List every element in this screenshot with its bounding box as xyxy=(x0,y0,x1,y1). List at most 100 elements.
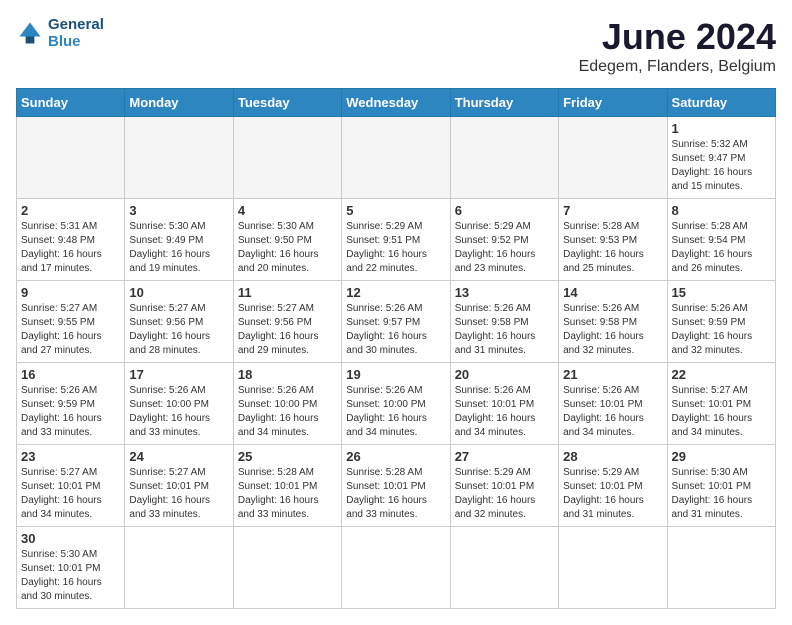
calendar-cell xyxy=(667,527,775,609)
calendar-cell xyxy=(17,117,125,199)
day-number: 9 xyxy=(21,285,120,300)
month-year-title: June 2024 xyxy=(579,16,776,58)
day-info: Sunrise: 5:26 AMSunset: 9:58 PMDaylight:… xyxy=(563,302,662,358)
day-number: 3 xyxy=(129,203,228,218)
logo: General Blue xyxy=(16,16,104,50)
calendar-cell xyxy=(125,117,233,199)
calendar-cell: 21 Sunrise: 5:26 AMSunset: 10:01 PMDaylig… xyxy=(559,363,667,445)
calendar-cell: 20 Sunrise: 5:26 AMSunset: 10:01 PMDaylig… xyxy=(450,363,558,445)
day-info: Sunrise: 5:28 AMSunset: 9:53 PMDaylight:… xyxy=(563,220,662,276)
calendar-cell: 11 Sunrise: 5:27 AMSunset: 9:56 PMDayligh… xyxy=(233,281,341,363)
day-info: Sunrise: 5:27 AMSunset: 9:56 PMDaylight:… xyxy=(129,302,228,358)
day-number: 26 xyxy=(346,449,445,464)
day-number: 22 xyxy=(672,367,771,382)
calendar-cell xyxy=(559,527,667,609)
day-info: Sunrise: 5:27 AMSunset: 10:01 PMDaylight… xyxy=(21,466,120,522)
calendar-cell: 1 Sunrise: 5:32 AMSunset: 9:47 PMDaylight… xyxy=(667,117,775,199)
day-number: 8 xyxy=(672,203,771,218)
calendar-cell: 6 Sunrise: 5:29 AMSunset: 9:52 PMDaylight… xyxy=(450,199,558,281)
day-number: 21 xyxy=(563,367,662,382)
day-info: Sunrise: 5:30 AMSunset: 9:50 PMDaylight:… xyxy=(238,220,337,276)
day-info: Sunrise: 5:27 AMSunset: 10:01 PMDaylight… xyxy=(129,466,228,522)
calendar-cell: 14Sunrise: 5:26 AMSunset: 9:58 PMDayligh… xyxy=(559,281,667,363)
calendar-cell: 10 Sunrise: 5:27 AMSunset: 9:56 PMDayligh… xyxy=(125,281,233,363)
day-number: 15 xyxy=(672,285,771,300)
day-info: Sunrise: 5:27 AMSunset: 10:01 PMDaylight… xyxy=(672,384,771,440)
day-info: Sunrise: 5:29 AMSunset: 10:01 PMDaylight… xyxy=(563,466,662,522)
calendar-cell: 18 Sunrise: 5:26 AMSunset: 10:00 PMDaylig… xyxy=(233,363,341,445)
calendar-cell: 4 Sunrise: 5:30 AMSunset: 9:50 PMDaylight… xyxy=(233,199,341,281)
day-number: 28 xyxy=(563,449,662,464)
day-number: 19 xyxy=(346,367,445,382)
day-number: 27 xyxy=(455,449,554,464)
day-number: 4 xyxy=(238,203,337,218)
day-number: 20 xyxy=(455,367,554,382)
day-info: Sunrise: 5:31 AMSunset: 9:48 PMDaylight:… xyxy=(21,220,120,276)
location-subtitle: Edegem, Flanders, Belgium xyxy=(579,58,776,76)
day-info: Sunrise: 5:26 AMSunset: 9:57 PMDaylight:… xyxy=(346,302,445,358)
calendar-cell: 3 Sunrise: 5:30 AMSunset: 9:49 PMDaylight… xyxy=(125,199,233,281)
calendar-cell xyxy=(450,527,558,609)
day-number: 10 xyxy=(129,285,228,300)
day-info: Sunrise: 5:27 AMSunset: 9:56 PMDaylight:… xyxy=(238,302,337,358)
header-wednesday: Wednesday xyxy=(342,89,450,117)
calendar-cell: 2Sunrise: 5:31 AMSunset: 9:48 PMDaylight… xyxy=(17,199,125,281)
day-info: Sunrise: 5:30 AMSunset: 10:01 PMDaylight… xyxy=(21,548,120,604)
calendar-cell: 19 Sunrise: 5:26 AMSunset: 10:00 PMDaylig… xyxy=(342,363,450,445)
day-number: 12 xyxy=(346,285,445,300)
day-number: 13 xyxy=(455,285,554,300)
day-number: 23 xyxy=(21,449,120,464)
calendar-cell: 7 Sunrise: 5:28 AMSunset: 9:53 PMDaylight… xyxy=(559,199,667,281)
day-info: Sunrise: 5:29 AMSunset: 9:52 PMDaylight:… xyxy=(455,220,554,276)
day-info: Sunrise: 5:32 AMSunset: 9:47 PMDaylight:… xyxy=(672,138,771,194)
header-monday: Monday xyxy=(125,89,233,117)
day-info: Sunrise: 5:30 AMSunset: 9:49 PMDaylight:… xyxy=(129,220,228,276)
header-saturday: Saturday xyxy=(667,89,775,117)
day-info: Sunrise: 5:26 AMSunset: 10:01 PMDaylight… xyxy=(563,384,662,440)
logo-text-general: General xyxy=(48,16,104,33)
logo-icon xyxy=(16,19,44,47)
day-number: 18 xyxy=(238,367,337,382)
day-info: Sunrise: 5:29 AMSunset: 10:01 PMDaylight… xyxy=(455,466,554,522)
day-number: 16 xyxy=(21,367,120,382)
day-number: 7 xyxy=(563,203,662,218)
calendar-cell: 9 Sunrise: 5:27 AMSunset: 9:55 PMDaylight… xyxy=(17,281,125,363)
day-info: Sunrise: 5:26 AMSunset: 9:59 PMDaylight:… xyxy=(672,302,771,358)
header-friday: Friday xyxy=(559,89,667,117)
calendar-cell: 15 Sunrise: 5:26 AMSunset: 9:59 PMDayligh… xyxy=(667,281,775,363)
calendar-cell: 23 Sunrise: 5:27 AMSunset: 10:01 PMDaylig… xyxy=(17,445,125,527)
calendar-cell xyxy=(233,117,341,199)
calendar-cell: 8Sunrise: 5:28 AMSunset: 9:54 PMDaylight… xyxy=(667,199,775,281)
day-info: Sunrise: 5:26 AMSunset: 10:00 PMDaylight… xyxy=(238,384,337,440)
calendar-table: Sunday Monday Tuesday Wednesday Thursday… xyxy=(16,88,776,609)
day-number: 6 xyxy=(455,203,554,218)
calendar-cell: 22 Sunrise: 5:27 AMSunset: 10:01 PMDaylig… xyxy=(667,363,775,445)
title-section: June 2024 Edegem, Flanders, Belgium xyxy=(579,16,776,76)
calendar-cell: 17Sunrise: 5:26 AMSunset: 10:00 PMDaylig… xyxy=(125,363,233,445)
calendar-cell xyxy=(233,527,341,609)
header-sunday: Sunday xyxy=(17,89,125,117)
calendar-cell: 24Sunrise: 5:27 AMSunset: 10:01 PMDaylig… xyxy=(125,445,233,527)
day-number: 29 xyxy=(672,449,771,464)
day-info: Sunrise: 5:26 AMSunset: 9:58 PMDaylight:… xyxy=(455,302,554,358)
calendar-cell xyxy=(342,117,450,199)
calendar-cell: 13 Sunrise: 5:26 AMSunset: 9:58 PMDayligh… xyxy=(450,281,558,363)
day-number: 1 xyxy=(672,121,771,136)
weekday-header-row: Sunday Monday Tuesday Wednesday Thursday… xyxy=(17,89,776,117)
day-info: Sunrise: 5:26 AMSunset: 10:00 PMDaylight… xyxy=(346,384,445,440)
header-tuesday: Tuesday xyxy=(233,89,341,117)
day-info: Sunrise: 5:27 AMSunset: 9:55 PMDaylight:… xyxy=(21,302,120,358)
day-info: Sunrise: 5:28 AMSunset: 10:01 PMDaylight… xyxy=(346,466,445,522)
day-info: Sunrise: 5:26 AMSunset: 10:01 PMDaylight… xyxy=(455,384,554,440)
calendar-cell: 29Sunrise: 5:30 AMSunset: 10:01 PMDaylig… xyxy=(667,445,775,527)
day-number: 17 xyxy=(129,367,228,382)
day-number: 30 xyxy=(21,531,120,546)
calendar-cell: 12 Sunrise: 5:26 AMSunset: 9:57 PMDayligh… xyxy=(342,281,450,363)
calendar-cell: 5Sunrise: 5:29 AMSunset: 9:51 PMDaylight… xyxy=(342,199,450,281)
logo-text-blue: Blue xyxy=(48,33,104,50)
calendar-cell: 27 Sunrise: 5:29 AMSunset: 10:01 PMDaylig… xyxy=(450,445,558,527)
calendar-cell xyxy=(450,117,558,199)
day-number: 11 xyxy=(238,285,337,300)
calendar-cell: 30 Sunrise: 5:30 AMSunset: 10:01 PMDaylig… xyxy=(17,527,125,609)
calendar-cell: 26 Sunrise: 5:28 AMSunset: 10:01 PMDaylig… xyxy=(342,445,450,527)
